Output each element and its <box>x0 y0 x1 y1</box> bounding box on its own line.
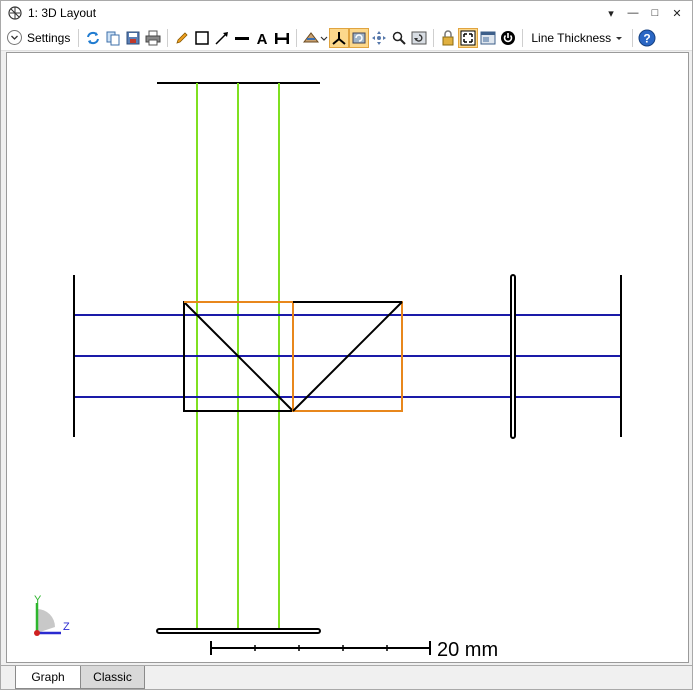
svg-text:?: ? <box>644 31 651 45</box>
help-icon[interactable]: ? <box>637 28 657 48</box>
undo-zoom-icon[interactable] <box>409 28 429 48</box>
tab-classic[interactable]: Classic <box>81 666 145 689</box>
copy-icon[interactable] <box>103 28 123 48</box>
toolbar-separator <box>167 28 169 47</box>
save-icon[interactable] <box>123 28 143 48</box>
title-bar: 1: 3D Layout ▾ — □ ✕ <box>1 1 692 25</box>
lock-icon[interactable] <box>438 28 458 48</box>
power-icon[interactable] <box>498 28 518 48</box>
layout-drawing: 20 mm Y Z <box>34 82 622 661</box>
tab-graph[interactable]: Graph <box>15 666 81 689</box>
arrow-icon[interactable] <box>212 28 232 48</box>
pan-icon[interactable] <box>369 28 389 48</box>
rectangle-icon[interactable] <box>192 28 212 48</box>
right-lens <box>510 274 516 439</box>
toolbar-separator <box>296 28 298 47</box>
settings-label: Settings <box>27 30 71 45</box>
refresh-icon[interactable] <box>83 28 103 48</box>
bottom-tab-bar: Graph Classic <box>1 665 692 689</box>
dropdown-arrow-icon[interactable]: ▾ <box>602 4 620 22</box>
axes-icon[interactable] <box>329 27 350 48</box>
scale-bar-label: 20 mm <box>437 639 498 661</box>
close-icon[interactable]: ✕ <box>668 4 686 22</box>
toolbar: Settings A Line Thickness ? <box>1 25 692 51</box>
minimize-icon[interactable]: — <box>624 4 642 22</box>
zemax-app-icon <box>8 6 22 20</box>
settings-button[interactable]: Settings <box>1 30 74 45</box>
rotate-view-icon[interactable] <box>349 27 370 48</box>
toolbar-separator <box>78 28 80 47</box>
window-icon[interactable] <box>478 28 498 48</box>
print-icon[interactable] <box>143 28 163 48</box>
view-rotate-icon[interactable] <box>301 28 329 48</box>
toolbar-separator <box>433 28 435 47</box>
line-icon[interactable] <box>232 28 252 48</box>
window-title: 1: 3D Layout <box>28 6 97 20</box>
window-controls: ▾ — □ ✕ <box>602 4 686 22</box>
zoom-icon[interactable] <box>389 28 409 48</box>
text-icon[interactable]: A <box>252 28 272 48</box>
layout-plot-area[interactable]: 20 mm Y Z <box>6 52 689 663</box>
layout-window: 1: 3D Layout ▾ — □ ✕ Settings A Line Thi… <box>0 0 693 690</box>
axis-z-label: Z <box>63 621 70 633</box>
axis-triad: Y Z <box>34 594 70 636</box>
toolbar-separator <box>632 28 634 47</box>
dropdown-arrow-icon <box>616 36 623 40</box>
axis-y-label: Y <box>34 594 42 606</box>
svg-text:A: A <box>257 31 268 46</box>
maximize-icon[interactable]: □ <box>646 4 664 22</box>
line-thickness-label: Line Thickness <box>531 30 612 45</box>
toolbar-separator <box>522 28 524 47</box>
chevron-down-icon <box>7 30 22 45</box>
fit-icon[interactable] <box>458 27 479 48</box>
pencil-icon[interactable] <box>172 28 192 48</box>
line-thickness-dropdown[interactable]: Line Thickness <box>527 31 628 45</box>
dimension-icon[interactable] <box>272 28 292 48</box>
bottom-lens <box>156 628 321 634</box>
